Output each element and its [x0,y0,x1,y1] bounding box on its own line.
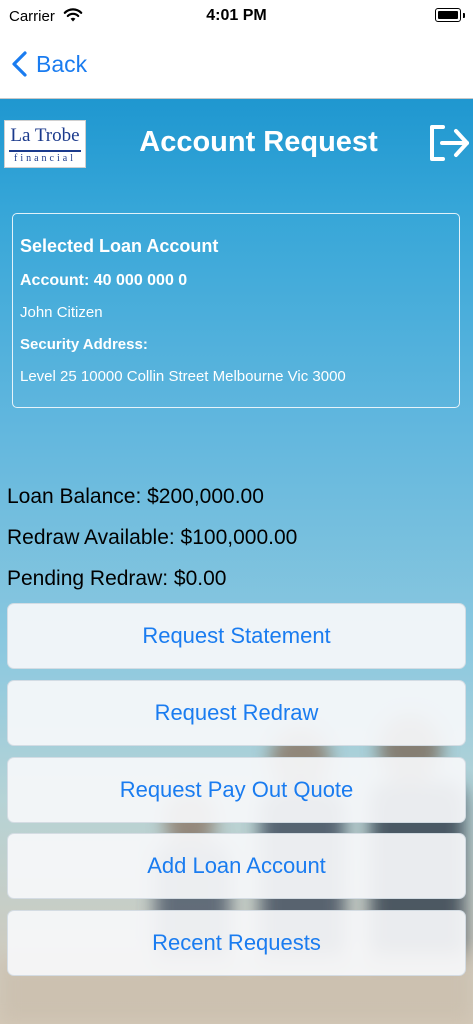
loan-balance: Loan Balance: $200,000.00 [7,485,264,508]
request-redraw-button[interactable]: Request Redraw [7,680,466,746]
app-header: La Trobe financial Account Request [0,99,473,189]
add-loan-account-button[interactable]: Add Loan Account [7,833,466,899]
clock: 4:01 PM [206,7,267,24]
navigation-bar: Back [0,34,473,99]
back-label: Back [36,50,88,77]
request-statement-button[interactable]: Request Statement [7,603,466,669]
chevron-left-icon [12,51,27,77]
recent-requests-button[interactable]: Recent Requests [7,910,466,976]
account-holder-name: John Citizen [20,304,103,321]
status-bar: Carrier 4:01 PM [0,0,473,34]
logout-arrow-icon[interactable] [427,123,471,163]
back-button[interactable]: Back [10,50,87,78]
redraw-available: Redraw Available: $100,000.00 [7,526,298,549]
pending-redraw: Pending Redraw: $0.00 [7,567,227,590]
security-address-label: Security Address: [20,336,148,353]
page-title: Account Request [139,126,378,158]
account-number: Account: 40 000 000 0 [20,272,188,289]
selected-account-card: Selected Loan Account Account: 40 000 00… [12,213,460,408]
card-title: Selected Loan Account [20,236,219,256]
main-content: La Trobe financial Account Request Selec… [0,99,473,1024]
security-address: Level 25 10000 Collin Street Melbourne V… [20,368,346,385]
battery-icon [435,8,465,22]
request-payout-quote-button[interactable]: Request Pay Out Quote [7,757,466,823]
